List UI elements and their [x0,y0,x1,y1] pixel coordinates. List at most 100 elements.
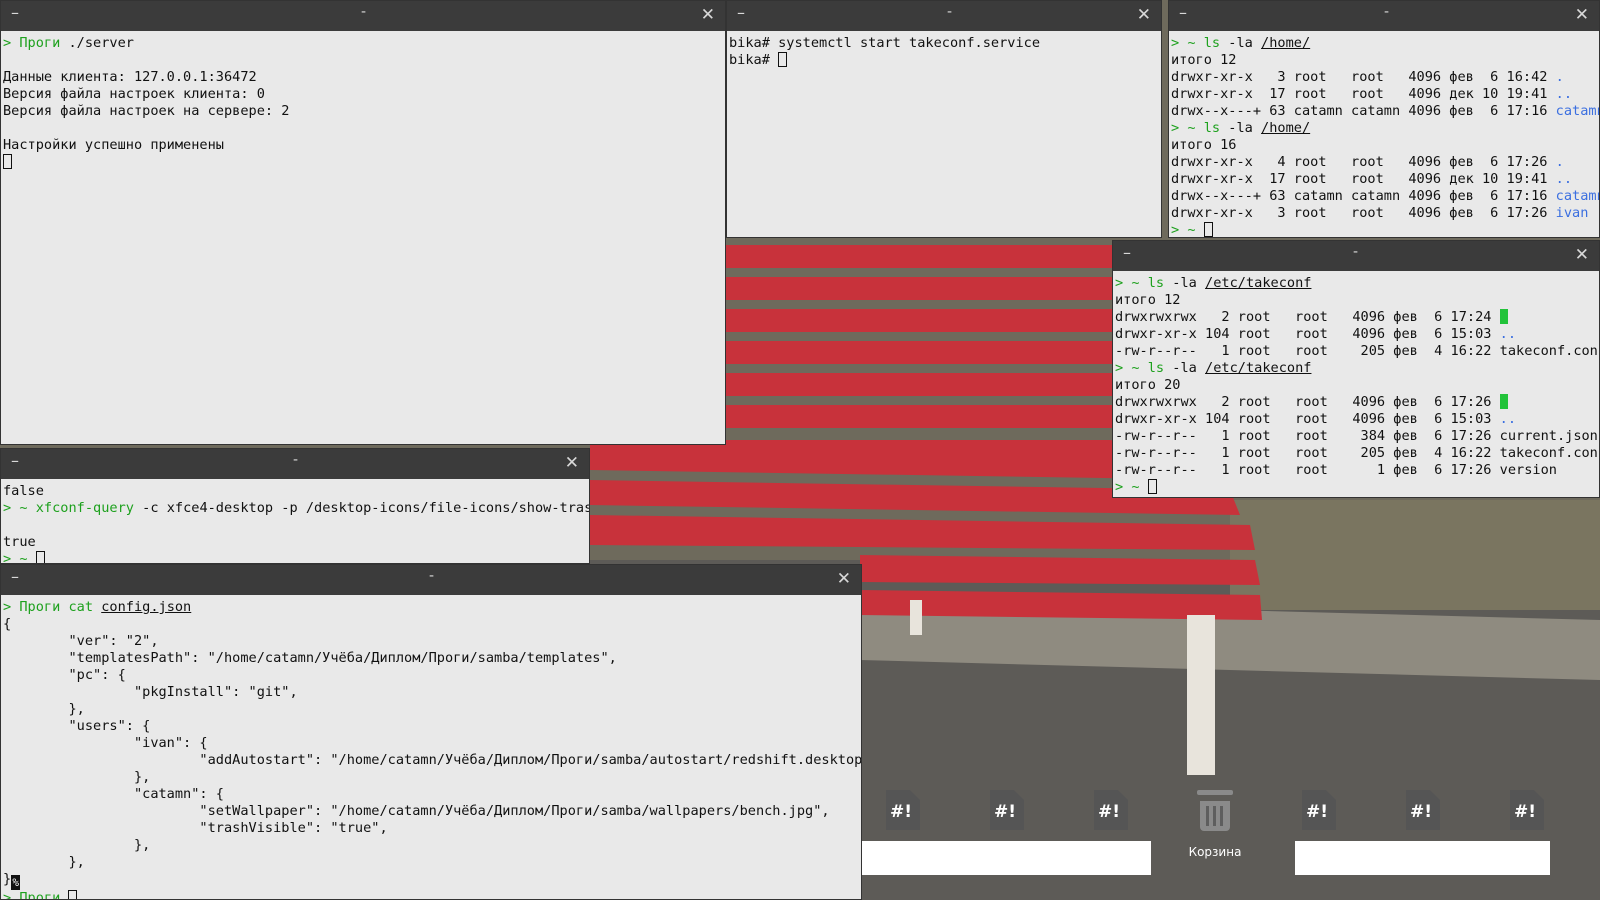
json-line: "pkgInstall": "git", [3,684,298,700]
window-titlebar[interactable]: – - ✕ [1,565,861,595]
command-name: ls [1203,120,1221,136]
json-line: "ver": "2", [3,633,159,649]
desktop-script-icon[interactable]: #! [1081,790,1141,830]
close-button[interactable]: ✕ [565,453,579,473]
desktop-script-icon[interactable]: #! [873,790,933,830]
json-line: }, [3,837,151,853]
prompt-symbol: > ~ [1115,479,1148,495]
terminal-window-xfconf[interactable]: – - ✕ false > ~ xfconf-query -c xfce4-de… [0,448,590,564]
minimize-button[interactable]: – [11,3,19,22]
prompt-dir: Проги [19,35,61,51]
terminal-output[interactable]: false > ~ xfconf-query -c xfce4-desktop … [1,479,589,564]
desktop-script-icon[interactable]: #! [1497,790,1557,830]
close-button[interactable]: ✕ [1137,5,1151,25]
maximize-button[interactable]: - [947,4,952,20]
prompt-symbol: > ~ [1115,360,1148,376]
close-button[interactable]: ✕ [837,569,851,589]
desktop-script-icon[interactable]: #! [1289,790,1349,830]
json-line: }, [3,701,85,717]
window-titlebar[interactable]: – - ✕ [1113,241,1599,271]
text-cursor [35,551,45,563]
command-line: bika# systemctl start takeconf.service [729,35,1040,51]
close-button[interactable]: ✕ [1575,245,1589,265]
text-cursor [1203,222,1213,237]
ls-name: ivan [1555,205,1589,221]
json-line: "pc": { [3,667,126,683]
dir-highlight [1499,309,1508,324]
ls-name: . [1555,154,1564,170]
close-button[interactable]: ✕ [1575,5,1589,25]
prompt-symbol: > [3,599,20,615]
command-name: ls [1147,275,1165,291]
maximize-button[interactable]: - [361,4,366,20]
trash-label: Корзина [1188,845,1242,859]
script-file-icon: #! [1510,790,1544,830]
output-line: Версия файла настроек на сервере: 2 [3,103,290,119]
ls-row: drwxr-xr-x 3 root root 4096 фев 6 16:42 [1171,69,1556,85]
maximize-button[interactable]: - [1353,244,1358,260]
desktop-trash-icon[interactable]: Корзина [1185,790,1245,859]
terminal-window-home[interactable]: – - ✕ > ~ ls -la /home/ итого 12 drwxr-x… [1168,0,1600,238]
ls-row: drwxrwxrwx 2 root root 4096 фев 6 17:26 [1115,394,1500,410]
desktop-script-icon[interactable]: #! [1393,790,1453,830]
script-file-icon: #! [1094,790,1128,830]
path-arg: /etc/takeconf [1205,360,1312,376]
total-line: итого 12 [1115,292,1181,308]
ls-row: drwxr-xr-x 104 root root 4096 фев 6 15:0… [1115,326,1500,342]
ls-row: drwxr-xr-x 3 root root 4096 фев 6 17:26 [1171,205,1556,221]
ls-row: drwxr-xr-x 17 root root 4096 дек 10 19:4… [1171,171,1556,187]
maximize-button[interactable]: - [1384,4,1389,20]
no-newline-marker: % [11,875,21,890]
path-arg: /home/ [1261,120,1311,136]
prompt-symbol: > [3,890,20,900]
terminal-output[interactable]: bika# systemctl start takeconf.service b… [727,31,1161,73]
terminal-output[interactable]: > ~ ls -la /etc/takeconf итого 12 drwxrw… [1113,271,1599,497]
total-line: итого 20 [1115,377,1181,393]
prompt-symbol: > [3,35,20,51]
output-line: Настройки успешно применены [3,137,224,153]
minimize-button[interactable]: – [11,451,19,470]
dir-highlight [1499,394,1508,409]
prompt-symbol: > ~ [1171,222,1204,238]
text-cursor [1147,479,1157,494]
window-titlebar[interactable]: – - ✕ [727,1,1161,31]
window-titlebar[interactable]: – - ✕ [1169,1,1599,31]
minimize-button[interactable]: – [11,567,19,586]
close-button[interactable]: ✕ [701,5,715,25]
ls-name: .. [1499,326,1517,342]
maximize-button[interactable]: - [429,568,434,584]
ls-row: -rw-r--r-- 1 root root 205 фев 4 16:22 [1115,445,1500,461]
command-name: ls [1147,360,1165,376]
icon-label-placeholder [1295,841,1550,875]
window-titlebar[interactable]: – - ✕ [1,449,589,479]
script-file-icon: #! [1406,790,1440,830]
json-line: } [3,871,12,887]
ls-name: version [1499,462,1557,478]
minimize-button[interactable]: – [1123,243,1131,262]
maximize-button[interactable]: - [293,452,298,468]
terminal-output[interactable]: > Проги ./server Данные клиента: 127.0.0… [1,31,725,175]
terminal-output[interactable]: > ~ ls -la /home/ итого 12 drwxr-xr-x 3 … [1169,31,1600,238]
prompt-symbol: > ~ [1171,120,1204,136]
terminal-window-config[interactable]: – - ✕ > Проги cat config.json { "ver": "… [0,564,862,900]
output-line: Версия файла настроек клиента: 0 [3,86,265,102]
minimize-button[interactable]: – [1179,3,1187,22]
ls-row: drwxr-xr-x 4 root root 4096 фев 6 17:26 [1171,154,1556,170]
path-arg: /etc/takeconf [1205,275,1312,291]
window-titlebar[interactable]: – - ✕ [1,1,725,31]
ls-name: . [1555,69,1564,85]
terminal-output[interactable]: > Проги cat config.json { "ver": "2", "t… [1,595,861,900]
ls-name: catamn [1555,103,1600,119]
text-cursor [778,52,788,67]
desktop-script-icon[interactable]: #! [977,790,1037,830]
output-line: true [3,534,36,550]
terminal-window-server[interactable]: – - ✕ > Проги ./server Данные клиента: 1… [0,0,726,445]
json-line: "templatesPath": "/home/catamn/Учёба/Дип… [3,650,617,666]
terminal-window-etc-takeconf[interactable]: – - ✕ > ~ ls -la /etc/takeconf итого 12 … [1112,240,1600,498]
terminal-window-systemctl[interactable]: – - ✕ bika# systemctl start takeconf.ser… [726,0,1162,238]
json-line: }, [3,854,85,870]
prompt-symbol: > ~ [3,551,36,564]
prompt-dir: Проги [19,890,61,900]
path-arg: /home/ [1261,35,1311,51]
minimize-button[interactable]: – [737,3,745,22]
